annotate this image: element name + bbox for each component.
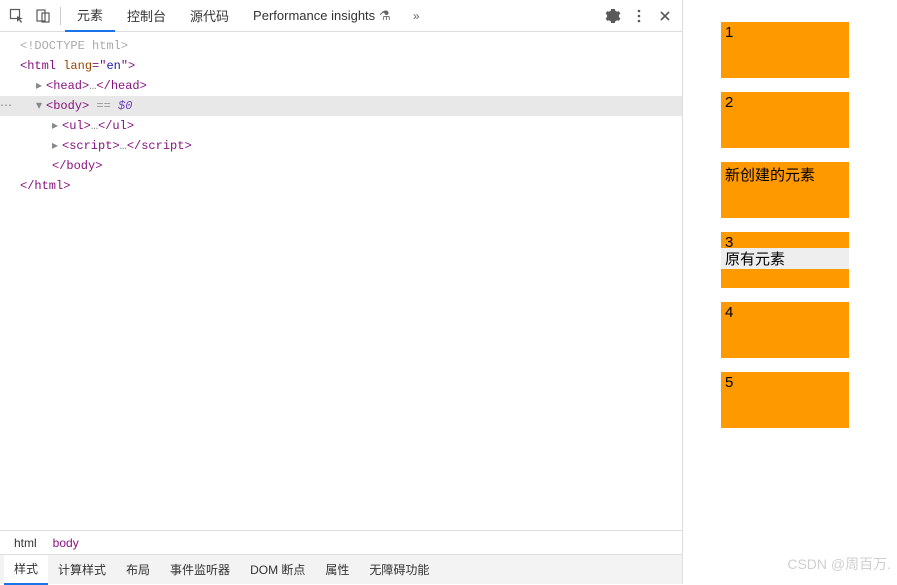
device-toggle-icon[interactable] <box>30 3 56 29</box>
dom-doctype[interactable]: <!DOCTYPE html> <box>0 36 682 56</box>
box-label: 2 <box>725 94 733 111</box>
box-label: 1 <box>725 24 733 41</box>
breadcrumb: html body <box>0 530 682 554</box>
dom-html-close[interactable]: </html> <box>0 176 682 196</box>
box-label: 新创建的元素 <box>725 167 815 184</box>
devtools-toolbar: 元素 控制台 源代码 Performance insights ⚗ » <box>0 0 682 32</box>
crumb-body[interactable]: body <box>45 536 87 550</box>
list-item: 新创建的元素 <box>721 162 849 218</box>
tab-label: Performance insights <box>253 8 375 23</box>
flask-icon: ⚗ <box>379 8 391 24</box>
box-label: 4 <box>725 304 733 321</box>
devtools-panel: 元素 控制台 源代码 Performance insights ⚗ » <!DO… <box>0 0 683 584</box>
styles-tabbar: 样式 计算样式 布局 事件监听器 DOM 断点 属性 无障碍功能 <box>0 554 682 584</box>
settings-icon[interactable] <box>600 3 626 29</box>
dom-ul[interactable]: <ul>…</ul> <box>0 116 682 136</box>
tab-elements[interactable]: 元素 <box>65 0 115 32</box>
inspect-icon[interactable] <box>4 3 30 29</box>
list-item: 5 <box>721 372 849 428</box>
kebab-menu-icon[interactable] <box>626 3 652 29</box>
expand-arrow-icon[interactable] <box>36 77 46 95</box>
tab-layout[interactable]: 布局 <box>116 555 160 585</box>
box-overlay-label: 原有元素 <box>721 248 849 269</box>
dom-body-close[interactable]: </body> <box>0 156 682 176</box>
dom-body-open[interactable]: <body> == $0 <box>0 96 682 116</box>
dom-script[interactable]: <script>…</script> <box>0 136 682 156</box>
list-item: 2 <box>721 92 849 148</box>
box-label: 5 <box>725 374 733 391</box>
tab-computed[interactable]: 计算样式 <box>48 555 116 585</box>
tab-properties[interactable]: 属性 <box>315 555 359 585</box>
tab-console[interactable]: 控制台 <box>115 0 178 32</box>
collapse-arrow-icon[interactable] <box>36 97 46 115</box>
tab-accessibility[interactable]: 无障碍功能 <box>359 555 439 585</box>
dom-head[interactable]: <head>…</head> <box>0 76 682 96</box>
list-item: 1 <box>721 22 849 78</box>
tab-performance-insights[interactable]: Performance insights ⚗ <box>241 0 403 32</box>
tab-event-listeners[interactable]: 事件监听器 <box>160 555 240 585</box>
expand-arrow-icon[interactable] <box>52 137 62 155</box>
separator <box>60 7 61 25</box>
dom-html-open[interactable]: <html lang="en"> <box>0 56 682 76</box>
tab-styles[interactable]: 样式 <box>4 555 48 585</box>
dom-tree[interactable]: <!DOCTYPE html> <html lang="en"> <head>…… <box>0 32 682 530</box>
list-item: 4 <box>721 302 849 358</box>
close-icon[interactable] <box>652 3 678 29</box>
crumb-html[interactable]: html <box>6 536 45 550</box>
tab-dom-breakpoints[interactable]: DOM 断点 <box>240 555 315 585</box>
list-item: 3 原有元素 <box>721 232 849 288</box>
expand-arrow-icon[interactable] <box>52 117 62 135</box>
more-tabs-icon[interactable]: » <box>403 9 430 23</box>
page-preview: 1 2 新创建的元素 3 原有元素 4 5 <box>683 0 897 584</box>
tab-sources[interactable]: 源代码 <box>178 0 241 32</box>
